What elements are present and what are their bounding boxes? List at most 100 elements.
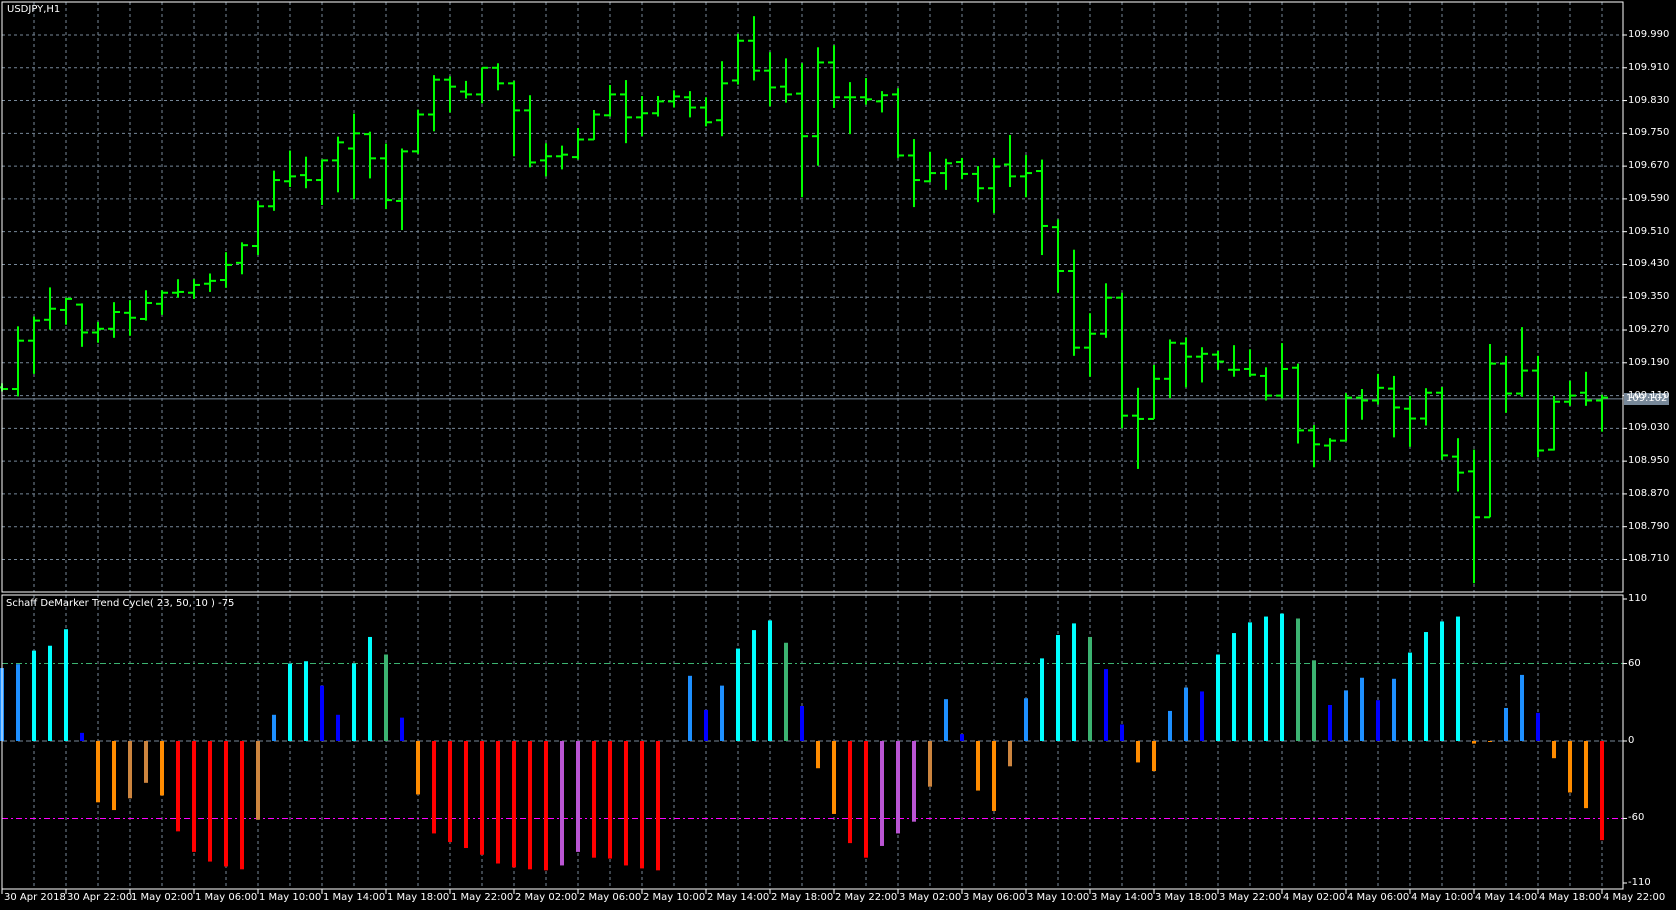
price-axis-label: 108.790: [1628, 520, 1670, 532]
ohlc-bar: [1020, 155, 1032, 198]
ohlc-bar: [412, 109, 424, 154]
chart-canvas: [0, 1, 1627, 894]
histogram-bar: [1408, 652, 1412, 741]
histogram-bar: [736, 648, 740, 741]
indicator-axis-label: 60: [1628, 657, 1641, 669]
histogram-bar: [1024, 698, 1028, 741]
ohlc-bar: [300, 156, 312, 189]
histogram-bar: [1248, 622, 1252, 741]
ohlc-bar: [428, 75, 440, 132]
ohlc-bar: [1228, 345, 1240, 377]
histogram-bar: [160, 741, 164, 796]
ohlc-bar: [1164, 339, 1176, 399]
price-axis-label: 109.430: [1628, 258, 1670, 270]
ohlc-bar: [1596, 394, 1608, 432]
histogram-bar: [144, 741, 148, 783]
price-axis-label: 108.950: [1628, 455, 1670, 467]
ohlc-bar: [1500, 355, 1512, 413]
ohlc-bar: [1468, 449, 1480, 584]
ohlc-bar: [28, 316, 40, 374]
ohlc-bar: [1052, 219, 1064, 293]
histogram-bar: [448, 741, 452, 843]
price-axis-label: 109.750: [1628, 127, 1670, 139]
ohlc-bar: [844, 82, 856, 135]
ohlc-bar: [348, 113, 360, 200]
histogram-bar: [1200, 691, 1204, 741]
time-axis-label: 1 May 22:00: [451, 892, 514, 903]
histogram-bar: [1360, 677, 1364, 741]
ohlc-bar: [460, 80, 472, 99]
price-axis-label: 109.350: [1628, 291, 1670, 303]
ohlc-bar: [668, 90, 680, 108]
histogram-bar: [528, 741, 532, 870]
histogram-bar: [656, 741, 660, 871]
histogram-bar: [496, 741, 500, 864]
ohlc-bar: [908, 139, 920, 208]
time-axis-label: 2 May 22:00: [835, 892, 898, 903]
price-axis-label: 109.990: [1628, 29, 1670, 40]
ohlc-bar: [524, 95, 536, 168]
time-axis-label: 1 May 06:00: [195, 892, 258, 903]
histogram-bar: [576, 741, 580, 852]
histogram-bar: [1344, 690, 1348, 741]
histogram-bar: [384, 654, 388, 741]
histogram-bar: [608, 741, 612, 859]
histogram-bar: [80, 732, 84, 741]
indicator-axis-label: -60: [1628, 812, 1645, 824]
histogram-bar: [1424, 632, 1428, 741]
histogram-bar: [480, 741, 484, 855]
histogram-bar: [992, 741, 996, 811]
time-axis-label: 4 May 18:00: [1539, 892, 1602, 903]
histogram-bar: [896, 741, 900, 834]
ohlc-bar: [796, 63, 808, 198]
ohlc-bar: [1276, 343, 1288, 399]
histogram-bar: [1056, 635, 1060, 741]
histogram-bar: [1232, 633, 1236, 741]
ohlc-bar: [60, 297, 72, 325]
ohlc-bar: [204, 273, 216, 292]
price-axis-label: 109.270: [1628, 324, 1670, 336]
ohlc-bar: [1548, 395, 1560, 451]
ohlc-bar: [444, 76, 456, 113]
histogram-bar: [176, 741, 180, 832]
indicator-axis-label: -110: [1628, 877, 1651, 888]
ohlc-bar: [1580, 371, 1592, 406]
histogram-bar: [1472, 741, 1476, 744]
histogram-bar: [1216, 654, 1220, 741]
histogram-bar: [1600, 741, 1604, 841]
histogram-bar: [928, 741, 932, 787]
histogram-bar: [1104, 669, 1108, 741]
histogram-bar: [208, 741, 212, 862]
time-axis-label: 4 May 22:00: [1603, 892, 1666, 903]
time-axis-label: 4 May 14:00: [1475, 892, 1538, 903]
histogram-bar: [1040, 658, 1044, 741]
price-axis-label: 109.830: [1628, 94, 1670, 106]
histogram-bar: [368, 636, 372, 741]
ohlc-bar: [140, 290, 152, 321]
histogram-bar: [1168, 710, 1172, 741]
histogram-bar: [64, 629, 68, 741]
histogram-bar: [1072, 623, 1076, 741]
histogram-bar: [912, 741, 916, 822]
ohlc-bar: [92, 321, 104, 343]
ohlc-bar: [44, 287, 56, 330]
ohlc-bar: [476, 66, 488, 104]
ohlc-bar: [252, 200, 264, 256]
time-axis-label: 3 May 18:00: [1155, 892, 1218, 903]
histogram-bar: [688, 675, 692, 741]
price-axis-label: 109.110: [1628, 389, 1670, 401]
ohlc-bar: [1212, 350, 1224, 370]
ohlc-bar: [76, 303, 88, 347]
histogram-bar: [1536, 712, 1540, 741]
histogram-bar: [544, 741, 548, 871]
histogram-bar: [1552, 741, 1556, 759]
ohlc-bar: [332, 136, 344, 193]
indicator-label: Schaff DeMarker Trend Cycle( 23, 50, 10 …: [6, 598, 235, 609]
histogram-bar: [416, 741, 420, 795]
histogram-bar: [1008, 741, 1012, 767]
ohlc-bar: [636, 96, 648, 137]
histogram-bar: [1120, 724, 1124, 741]
histogram-bar: [1312, 660, 1316, 741]
ohlc-bar: [572, 128, 584, 160]
ohlc-bar: [780, 58, 792, 103]
